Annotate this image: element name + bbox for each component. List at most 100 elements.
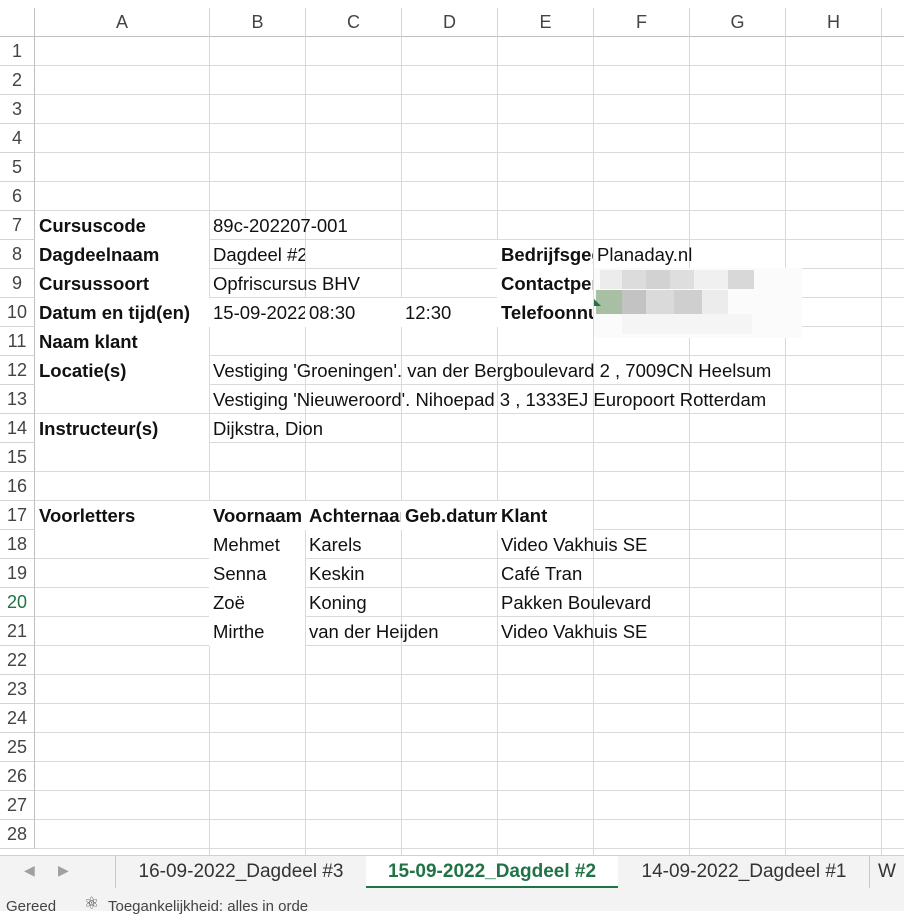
column-header-i[interactable] xyxy=(882,8,904,37)
cell-c21[interactable]: van der Heijden xyxy=(305,617,497,646)
cell-e19[interactable]: Café Tran xyxy=(497,559,785,588)
gridline xyxy=(35,848,904,849)
row-header[interactable]: 13 xyxy=(0,385,35,414)
cell-e20[interactable]: Pakken Boulevard xyxy=(497,588,785,617)
cell-e17[interactable]: Klant xyxy=(497,501,593,530)
accessibility-icon[interactable]: ⚛ xyxy=(84,894,99,914)
redaction-block xyxy=(670,270,694,289)
gridline xyxy=(35,819,904,820)
sheet-tab[interactable]: W xyxy=(878,856,904,888)
row-header[interactable]: 5 xyxy=(0,153,35,182)
column-header-e[interactable]: E xyxy=(498,8,594,37)
cell-e18[interactable]: Video Vakhuis SE xyxy=(497,530,785,559)
cell-b20[interactable]: Zoë xyxy=(209,588,305,617)
gridline xyxy=(35,732,904,733)
row-header[interactable]: 22 xyxy=(0,646,35,675)
cell-b8[interactable]: Dagdeel #2 xyxy=(209,240,305,269)
cell-a8[interactable]: Dagdeelnaam xyxy=(35,240,209,269)
cell-b14[interactable]: Dijkstra, Dion xyxy=(209,414,401,443)
row-header[interactable]: 11 xyxy=(0,327,35,356)
row-header[interactable]: 6 xyxy=(0,182,35,211)
row-header-active[interactable]: 20 xyxy=(0,588,35,617)
sheet-tab-bar: ◀ ▶ 16-09-2022_Dagdeel #3 15-09-2022_Dag… xyxy=(0,855,904,889)
redaction-block xyxy=(600,270,622,289)
gridline xyxy=(35,761,904,762)
cell-b10[interactable]: 15-09-2022 xyxy=(209,298,305,327)
cell-c19[interactable]: Keskin xyxy=(305,559,497,588)
column-header-h[interactable]: H xyxy=(786,8,882,37)
cell-comment-indicator xyxy=(594,299,601,306)
row-header[interactable]: 21 xyxy=(0,617,35,646)
cell-b21[interactable]: Mirthe xyxy=(209,617,305,646)
cell-c20[interactable]: Koning xyxy=(305,588,497,617)
row-header[interactable]: 17 xyxy=(0,501,35,530)
column-header-d[interactable]: D xyxy=(402,8,498,37)
gridline xyxy=(35,152,904,153)
row-header[interactable]: 27 xyxy=(0,791,35,820)
row-header[interactable]: 26 xyxy=(0,762,35,791)
tab-scroll-left-icon[interactable]: ◀ xyxy=(24,862,35,879)
cell-a17[interactable]: Voorletters xyxy=(35,501,209,530)
select-all-corner[interactable] xyxy=(0,8,35,37)
cell-a7[interactable]: Cursuscode xyxy=(35,211,209,240)
cell-a12[interactable]: Locatie(s) xyxy=(35,356,209,385)
row-header[interactable]: 25 xyxy=(0,733,35,762)
tab-scroll-right-icon[interactable]: ▶ xyxy=(58,862,69,879)
redaction-block xyxy=(728,270,754,289)
cell-b18[interactable]: Mehmet xyxy=(209,530,305,559)
row-header[interactable]: 28 xyxy=(0,820,35,849)
cell-e10[interactable]: Telefoonnummer xyxy=(497,298,593,327)
cell-a9[interactable]: Cursussoort xyxy=(35,269,209,298)
row-header[interactable]: 23 xyxy=(0,675,35,704)
row-header[interactable]: 15 xyxy=(0,443,35,472)
row-header[interactable]: 10 xyxy=(0,298,35,327)
cell-e8[interactable]: Bedrijfsgegevens xyxy=(497,240,593,269)
gridline xyxy=(35,94,904,95)
cell-b13[interactable]: Vestiging 'Nieuweroord'. Nihoepad 3 , 13… xyxy=(209,385,881,414)
cell-a11[interactable]: Naam klant xyxy=(35,327,209,356)
cell-b9[interactable]: Opfriscursus BHV xyxy=(209,269,401,298)
status-accessibility[interactable]: Toegankelijkheid: alles in orde xyxy=(108,898,308,915)
cell-d17[interactable]: Geb.datum xyxy=(401,501,497,530)
row-header[interactable]: 3 xyxy=(0,95,35,124)
spreadsheet-grid[interactable]: A B C D E F G H 1 2 3 4 5 6 7 8 9 10 11 … xyxy=(0,0,904,855)
status-ready: Gereed xyxy=(6,898,57,915)
column-header-a[interactable]: A xyxy=(35,8,210,37)
cell-b19[interactable]: Senna xyxy=(209,559,305,588)
row-header[interactable]: 2 xyxy=(0,66,35,95)
redaction-block xyxy=(694,270,728,289)
cell-c17[interactable]: Achternaam xyxy=(305,501,401,530)
column-header-f[interactable]: F xyxy=(594,8,690,37)
gridline xyxy=(35,790,904,791)
column-header-g[interactable]: G xyxy=(690,8,786,37)
row-header[interactable]: 8 xyxy=(0,240,35,269)
cell-b12[interactable]: Vestiging 'Groeningen'. van der Bergboul… xyxy=(209,356,881,385)
sheet-tab[interactable]: 14-09-2022_Dagdeel #1 xyxy=(619,856,870,888)
row-header[interactable]: 19 xyxy=(0,559,35,588)
cell-b17[interactable]: Voornaam xyxy=(209,501,305,530)
cell-d10[interactable]: 12:30 xyxy=(401,298,497,327)
cell-c10[interactable]: 08:30 xyxy=(305,298,401,327)
row-header[interactable]: 1 xyxy=(0,37,35,66)
column-header-b[interactable]: B xyxy=(210,8,306,37)
row-header[interactable]: 18 xyxy=(0,530,35,559)
cell-e21[interactable]: Video Vakhuis SE xyxy=(497,617,785,646)
row-header[interactable]: 24 xyxy=(0,704,35,733)
sheet-tab[interactable]: 16-09-2022_Dagdeel #3 xyxy=(115,856,366,888)
sheet-tab-active[interactable]: 15-09-2022_Dagdeel #2 xyxy=(366,856,618,889)
cell-a10[interactable]: Datum en tijd(en) xyxy=(35,298,209,327)
cell-c18[interactable]: Karels xyxy=(305,530,497,559)
row-header[interactable]: 7 xyxy=(0,211,35,240)
row-header[interactable]: 12 xyxy=(0,356,35,385)
status-bar: Gereed ⚛ Toegankelijkheid: alles in orde xyxy=(0,888,904,915)
cell-f8[interactable]: Planaday.nl xyxy=(593,240,785,269)
cell-b7[interactable]: 89c-202207-001 xyxy=(209,211,401,240)
row-header[interactable]: 9 xyxy=(0,269,35,298)
row-header[interactable]: 14 xyxy=(0,414,35,443)
row-header[interactable]: 4 xyxy=(0,124,35,153)
row-header[interactable]: 16 xyxy=(0,472,35,501)
cell-e9[interactable]: Contactpersoon xyxy=(497,269,593,298)
cell-a14[interactable]: Instructeur(s) xyxy=(35,414,209,443)
column-header-c[interactable]: C xyxy=(306,8,402,37)
redacted-contact-area xyxy=(594,268,802,338)
